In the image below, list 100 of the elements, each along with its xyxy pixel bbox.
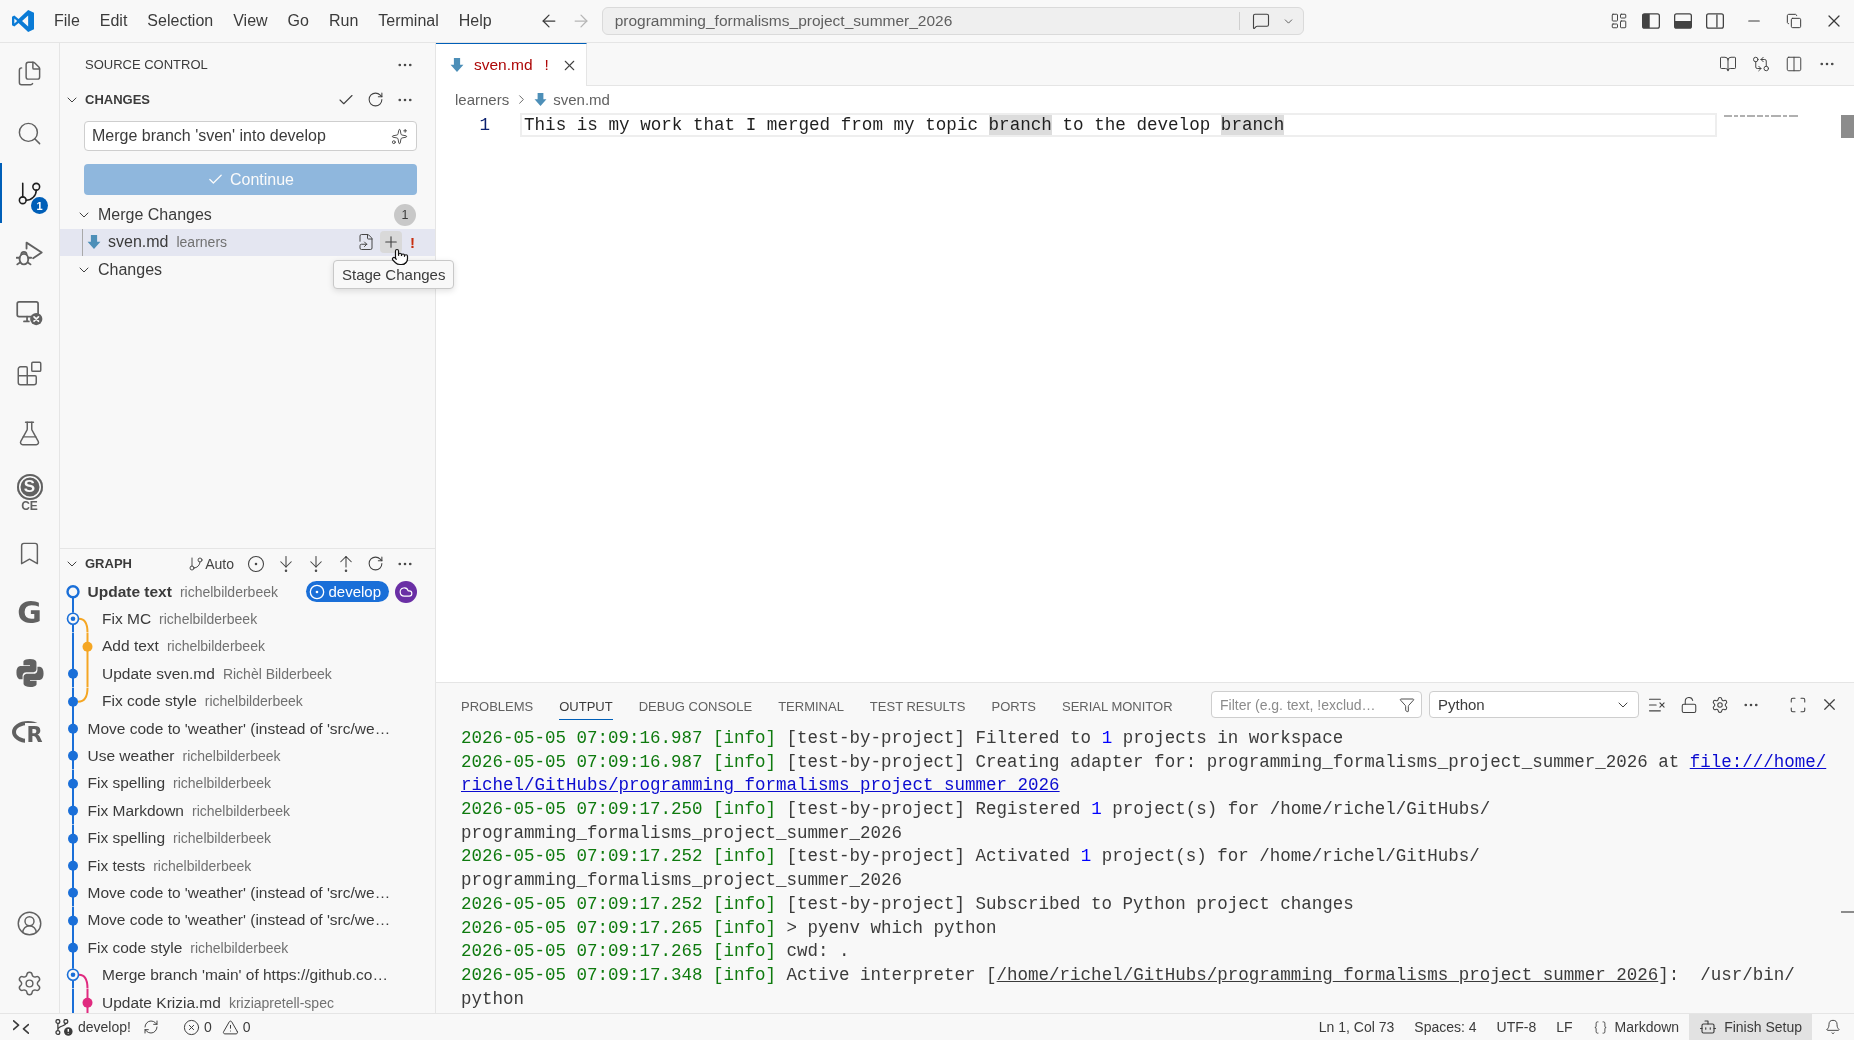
breadcrumb-item[interactable]: learners [455,91,510,108]
chat-icon[interactable] [1251,12,1270,30]
sync-icon[interactable] [142,1019,159,1035]
unlocked-icon[interactable] [1680,695,1698,714]
commit-message[interactable]: Move code to 'weather' (instead of 'src/we… [87,719,391,738]
account-icon[interactable] [16,909,43,937]
commit-dot-icon[interactable] [82,641,93,652]
menu-item[interactable]: View [223,6,278,36]
target-icon[interactable] [247,554,265,573]
commit-dot-icon[interactable] [68,915,78,926]
play-bug-icon[interactable] [16,239,43,267]
commit-message[interactable]: Merge branch 'main' of https://github.co… [102,966,388,985]
fetch-icon[interactable] [277,554,295,573]
extension-logo-button[interactable]: G [17,597,42,629]
commit-message[interactable]: Update text [87,582,172,601]
sparkle-icon[interactable] [391,127,408,145]
status-item[interactable]: UTF-8 [1486,1014,1547,1040]
commit-dot-icon[interactable] [68,805,78,816]
panel-tab[interactable]: PROBLEMS [450,683,545,726]
menu-item[interactable]: Help [448,6,502,36]
branch-tag[interactable]: develop [306,581,389,603]
refresh-icon[interactable] [367,555,384,572]
editor-tab[interactable]: sven.md ! [436,43,587,86]
commit-dot-icon[interactable] [68,860,78,871]
menu-item[interactable]: Selection [137,6,224,36]
merge-node-icon[interactable] [66,612,80,626]
menu-item[interactable]: Terminal [368,6,449,36]
setup-status[interactable]: Finish Setup [1689,1014,1812,1040]
panel-toggle-icon[interactable] [1674,12,1692,30]
layout-icon[interactable] [1610,12,1628,30]
commit-message[interactable]: Use weather [87,747,175,766]
primary-sidebar-toggle-icon[interactable] [1642,12,1660,30]
commit-message[interactable]: Move code to 'weather' (instead of 'src/we… [87,911,391,930]
settings-icon[interactable] [16,969,43,997]
menu-item[interactable]: Run [318,6,369,36]
open-file-icon[interactable] [357,233,375,252]
status-item[interactable]: Ln 1, Col 73 [1308,1014,1405,1040]
commit-dot-icon[interactable] [68,942,78,953]
commit-dot-icon[interactable] [82,997,93,1008]
file-row[interactable]: sven.md learners ! [60,228,435,256]
commit-message[interactable]: Fix code style [87,938,183,957]
path-link[interactable]: /home/richel/GitHubs/programming_formalisms_project_summer_2026 [996,964,1659,985]
section-title[interactable]: CHANGES [85,92,150,107]
auto-button[interactable]: Auto [188,555,234,572]
status-item[interactable]: Spaces: 4 [1404,1014,1487,1040]
panel-tab[interactable]: OUTPUT [548,683,624,726]
pull-icon[interactable] [307,554,325,573]
link[interactable]: file:///home/ [1689,751,1827,772]
panel-tab[interactable]: PORTS [980,683,1048,726]
split-icon[interactable] [1785,55,1803,73]
commit-dot-icon[interactable] [68,778,78,789]
commit-dot-icon[interactable] [68,888,78,898]
blocks-icon[interactable] [16,359,43,387]
status-item[interactable]: LF [1546,1014,1583,1040]
commit-dot-icon[interactable] [68,833,78,844]
settings-icon[interactable] [1711,695,1729,714]
commit-message[interactable]: Update Krizia.md [102,993,221,1012]
refresh-icon[interactable] [367,91,384,108]
problems-status[interactable]: 0 0 [182,1018,257,1036]
section-title[interactable]: GRAPH [85,556,132,571]
files-icon[interactable] [16,59,43,87]
commit-ring-icon[interactable] [66,585,80,599]
monitor-icon[interactable] [16,299,43,327]
commit-message[interactable]: Move code to 'weather' (instead of 'src/we… [87,884,391,902]
commit-message[interactable]: Add text [102,637,159,656]
group-label[interactable]: Merge Changes [98,205,212,224]
commit-message[interactable]: Fix spelling [87,774,166,793]
commit-message[interactable]: Update sven.md [102,664,215,683]
link[interactable]: richel/GitHubs/programming_formalisms_project_summer_2026 [461,775,1060,796]
panel-tab[interactable]: TERMINAL [767,683,855,726]
breadcrumb-item[interactable]: sven.md [534,91,610,108]
commit-message[interactable]: Fix code style [102,692,197,711]
panel-tab[interactable]: TEST RESULTS [858,683,977,726]
commit-message[interactable]: Fix spelling [87,829,166,848]
command-center[interactable]: programming_formalisms_project_summer_2026 [601,7,1304,35]
filter-field[interactable]: Filter (e.g. text, !exclud… [1211,691,1422,718]
commit-dot-icon[interactable] [68,723,78,734]
bell-icon[interactable] [1825,1019,1841,1035]
commit-dot-icon[interactable] [68,751,78,762]
push-icon[interactable] [337,554,355,573]
maximize-icon[interactable] [1789,695,1807,714]
secondary-sidebar-toggle-icon[interactable] [1706,12,1724,30]
menu-item[interactable]: Edit [89,6,138,36]
merge-node-icon[interactable] [66,968,80,982]
panel-tab[interactable]: SERIAL MONITOR [1051,683,1184,726]
stage-plus-icon[interactable] [380,231,402,254]
branch-status[interactable]: develop! [55,1018,131,1036]
commit-message[interactable]: Fix tests [87,856,146,875]
commit-dot-icon[interactable] [68,668,78,679]
python-logo-icon[interactable] [15,659,44,687]
menu-item[interactable]: File [44,6,90,36]
channel-dropdown[interactable]: Python [1429,691,1639,718]
book-icon[interactable] [1719,55,1737,73]
commit-message[interactable]: Fix Markdown [87,801,184,820]
menu-item[interactable]: Go [277,6,319,36]
commit-message-field[interactable]: Merge branch 'sven' into develop [84,121,417,151]
language-status[interactable]: Markdown [1582,1014,1690,1040]
cloud-icon[interactable] [395,580,417,603]
restore-icon[interactable] [1786,13,1802,29]
commit-message[interactable]: Fix MC [102,610,152,629]
